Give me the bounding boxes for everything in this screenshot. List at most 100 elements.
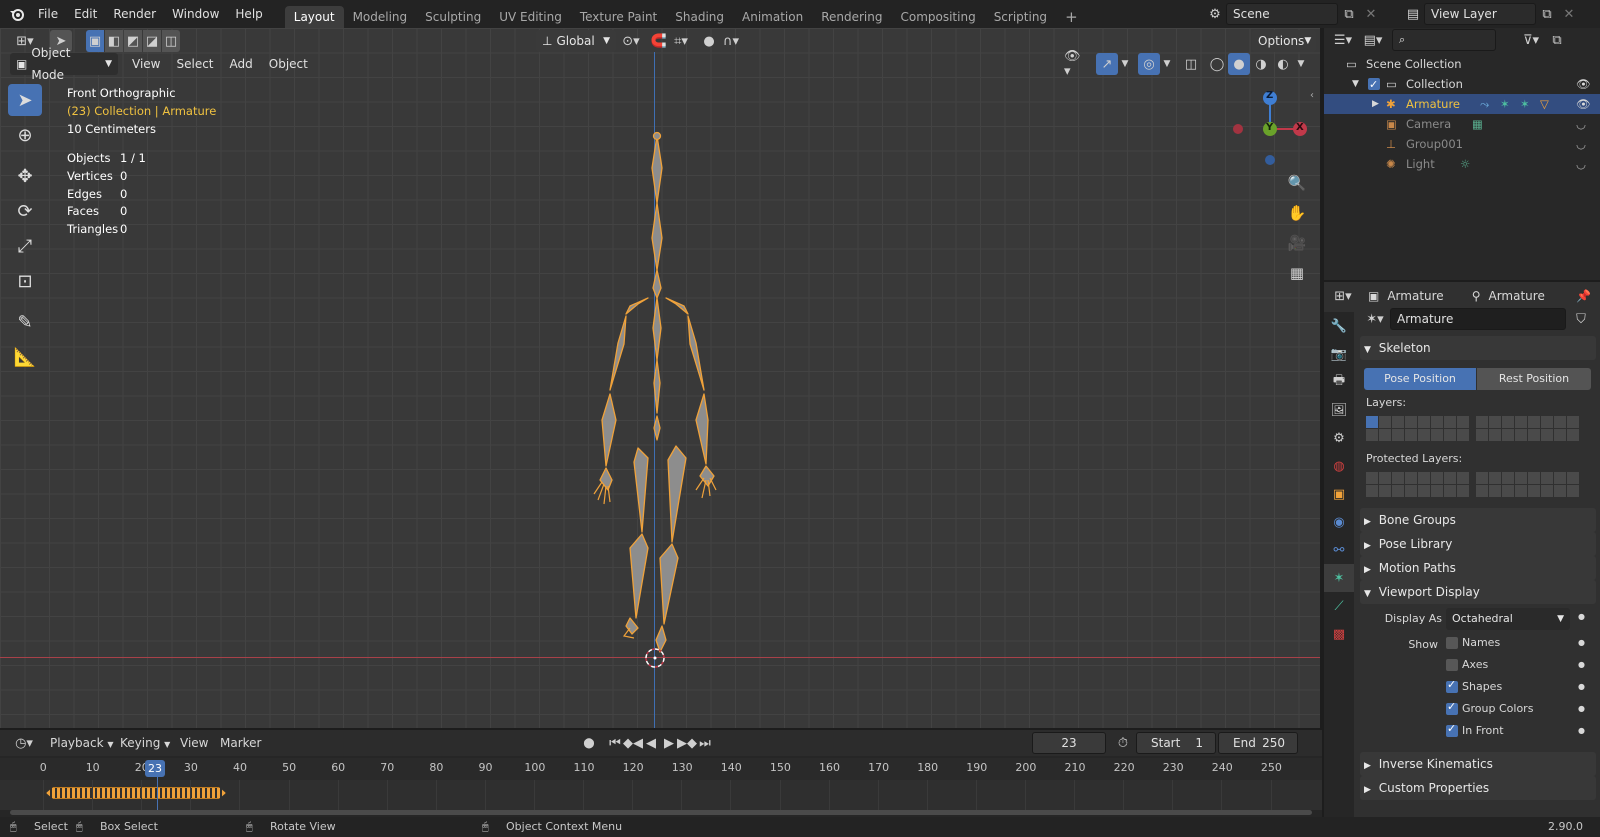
show-option-group-colors[interactable]: Group Colors xyxy=(1446,700,1533,715)
new-view-layer-icon[interactable]: ⧉ xyxy=(1536,3,1558,25)
tab-layout[interactable]: Layout xyxy=(284,6,344,28)
play-reverse-icon[interactable]: ◀ xyxy=(642,732,660,754)
shading-dropdown-icon[interactable]: ▼ xyxy=(1294,53,1308,75)
select-invert-icon[interactable]: ◪ xyxy=(143,30,161,52)
delete-view-layer-icon[interactable]: ✕ xyxy=(1558,3,1580,25)
annotate-tool[interactable]: ✎ xyxy=(8,306,42,338)
pan-hand-icon[interactable]: ✋ xyxy=(1286,198,1308,228)
timeline-editor-type-icon[interactable]: ◷▾ xyxy=(8,732,40,754)
current-frame-field[interactable]: 23 xyxy=(1032,732,1106,754)
outliner-row-group001[interactable]: ⊥ Group001 ◡ xyxy=(1324,134,1600,154)
show-option-in-front[interactable]: In Front xyxy=(1446,722,1504,737)
mode-dropdown[interactable]: ▣ Object Mode ▼ xyxy=(10,46,118,82)
select-subtract-icon[interactable]: ◩ xyxy=(124,30,142,52)
tab-animation[interactable]: Animation xyxy=(733,6,812,28)
fake-user-shield-icon[interactable]: ⛉ xyxy=(1570,308,1592,330)
viewport-menu-object[interactable]: Object xyxy=(261,52,316,76)
overlays-dropdown-icon[interactable]: ▼ xyxy=(1160,53,1174,75)
filter-icon[interactable]: ⊽▾ xyxy=(1516,29,1546,51)
outliner-row-collection[interactable]: ▼ ▭ Collection 👁 xyxy=(1324,74,1600,95)
xray-icon[interactable]: ◫ xyxy=(1180,53,1202,75)
snap-icon[interactable]: 🧲 xyxy=(648,30,670,52)
armature-data-icon[interactable]: ✶ xyxy=(1500,94,1510,114)
pose-library-panel-header[interactable]: ▶ Pose Library xyxy=(1360,532,1596,556)
keyframe-dot-icon[interactable]: ● xyxy=(1578,638,1585,647)
modifier-icon[interactable]: ▽ xyxy=(1540,94,1549,114)
transform-tool[interactable]: ⊡ xyxy=(8,265,42,297)
constraints-tab[interactable]: ⚯ xyxy=(1324,536,1354,564)
rotate-tool[interactable]: ⟳ xyxy=(8,195,42,227)
visibility-icon[interactable]: 👁▾ xyxy=(1064,49,1086,79)
custom-properties-panel-header[interactable]: ▶ Custom Properties xyxy=(1360,776,1596,800)
layers-grid-right[interactable] xyxy=(1476,416,1579,441)
rest-position-button[interactable]: Rest Position xyxy=(1477,368,1591,390)
overlays-toggle-icon[interactable]: ◎ xyxy=(1138,53,1160,75)
eye-icon[interactable]: 👁 xyxy=(1576,74,1591,94)
view-layer-tab[interactable]: 🖼 xyxy=(1324,396,1354,424)
new-scene-icon[interactable]: ⧉ xyxy=(1338,3,1360,25)
pose-position-button[interactable]: Pose Position xyxy=(1364,368,1476,390)
playback-menu[interactable]: Playback ▼ xyxy=(50,736,114,750)
keying-menu[interactable]: Keying ▼ xyxy=(120,736,170,750)
timeline-scrollbar[interactable] xyxy=(10,810,1312,815)
eye-closed-icon[interactable]: ◡ xyxy=(1576,114,1586,134)
orientation-dropdown[interactable]: ⊥ Global ▼ xyxy=(536,30,616,52)
jump-start-icon[interactable]: ⏮ xyxy=(606,732,624,754)
object-tab[interactable]: ▣ xyxy=(1324,480,1354,508)
tab-scripting[interactable]: Scripting xyxy=(985,6,1056,28)
auto-keying-icon[interactable]: ⬤ xyxy=(578,732,600,754)
armature-name-field[interactable]: Armature xyxy=(1390,308,1566,330)
marker-menu[interactable]: Marker xyxy=(220,736,261,750)
menu-file[interactable]: File xyxy=(30,0,66,28)
options-dropdown[interactable]: Options ▼ xyxy=(1252,30,1316,52)
output-tab[interactable]: 🖶 xyxy=(1324,368,1354,396)
camera-data-icon[interactable]: ▦ xyxy=(1472,114,1483,134)
skeleton-panel-header[interactable]: ▼ Skeleton xyxy=(1360,336,1596,360)
physics-tab[interactable]: ◉ xyxy=(1324,508,1354,536)
world-tab[interactable]: ◍ xyxy=(1324,452,1354,480)
outliner-row-camera[interactable]: ▣ Camera ▦ ◡ xyxy=(1324,114,1600,134)
menu-edit[interactable]: Edit xyxy=(66,0,105,28)
rendered-shading-icon[interactable]: ◐ xyxy=(1272,53,1294,75)
keyframe-strip[interactable] xyxy=(46,787,226,799)
viewport-menu-add[interactable]: Add xyxy=(222,52,261,76)
eye-closed-icon[interactable]: ◡ xyxy=(1576,134,1586,154)
frame-ruler[interactable]: 0 10 20 30 40 50 60 70 80 90 100 110 120 130 140 150 160… xyxy=(0,758,1322,780)
3d-viewport[interactable]: ⊞▾ ➤ ▣ ◧ ◩ ◪ ◫ ⊥ Global ▼ ⊙▾ 🧲 ⌗▾ ● ∩▾ O… xyxy=(0,28,1322,728)
eye-icon[interactable]: 👁 xyxy=(1576,94,1591,114)
select-box-tool[interactable]: ➤ xyxy=(8,84,42,116)
tab-compositing[interactable]: Compositing xyxy=(891,6,984,28)
protected-layers-grid-right[interactable] xyxy=(1476,472,1579,497)
add-workspace-button[interactable]: + xyxy=(1056,6,1087,28)
jump-end-icon[interactable]: ⏭ xyxy=(696,732,714,754)
viewport-menu-view[interactable]: View xyxy=(124,52,168,76)
new-collection-icon[interactable]: ⧉ xyxy=(1546,29,1568,51)
tab-modeling[interactable]: Modeling xyxy=(344,6,417,28)
bone-groups-panel-header[interactable]: ▶ Bone Groups xyxy=(1360,508,1596,532)
keyframe-dot-icon[interactable]: ● xyxy=(1578,704,1585,713)
outliner-editor-type-icon[interactable]: ☰▾ xyxy=(1328,29,1358,51)
pose-icon[interactable]: ⤳ xyxy=(1480,94,1489,114)
outliner-row-light[interactable]: ✺ Light ☼ ◡ xyxy=(1324,154,1600,174)
menu-help[interactable]: Help xyxy=(227,0,270,28)
in-front-checkbox[interactable] xyxy=(1446,722,1458,737)
tab-sculpting[interactable]: Sculpting xyxy=(416,6,490,28)
keyframe-dot-icon[interactable]: ● xyxy=(1578,726,1585,735)
prev-keyframe-icon[interactable]: ◆◀ xyxy=(623,732,643,754)
properties-editor-type-icon[interactable]: ⊞▾ xyxy=(1328,285,1358,307)
wireframe-shading-icon[interactable]: ◯ xyxy=(1206,53,1228,75)
armature-data-tab[interactable]: ✶ xyxy=(1324,564,1354,592)
viewport-menu-select[interactable]: Select xyxy=(168,52,221,76)
timeline-view-menu[interactable]: View xyxy=(180,736,208,750)
gizmo-toggle-icon[interactable]: ↗ xyxy=(1096,53,1118,75)
layers-grid-left[interactable] xyxy=(1366,416,1469,441)
outliner-search-input[interactable]: ⌕ xyxy=(1392,29,1496,51)
cursor-tool[interactable]: ⊕ xyxy=(8,119,42,151)
names-checkbox[interactable] xyxy=(1446,637,1458,649)
display-mode-icon[interactable]: ▤▾ xyxy=(1358,29,1388,51)
viewport-display-panel-header[interactable]: ▼ Viewport Display xyxy=(1360,580,1596,604)
bone-tab[interactable]: ⟋ xyxy=(1324,592,1354,620)
scene-name-field[interactable]: Scene xyxy=(1226,3,1338,25)
outliner-row-armature[interactable]: ▶ ✱ Armature ⤳ ✶ ✶ ▽ 👁 xyxy=(1324,94,1600,114)
menu-window[interactable]: Window xyxy=(164,0,227,28)
